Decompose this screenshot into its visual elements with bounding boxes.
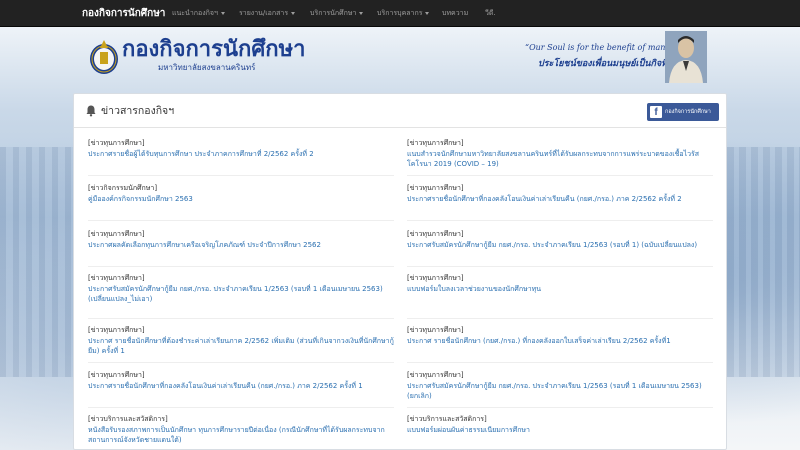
news-item: [ข่าวบริการและสวัสดิการ] แบบฟอร์มผ่อนผัน… xyxy=(407,414,713,448)
news-link[interactable]: ประกาศรายชื่อผู้ได้รับทุนการศึกษา ประจำภ… xyxy=(88,149,394,159)
news-item: [ข่าวทุนการศึกษา] ประกาศรับสมัครนักศึกษา… xyxy=(88,273,394,319)
news-link[interactable]: คู่มือองค์กรกิจกรรมนักศึกษา 2563 xyxy=(88,194,394,204)
news-link[interactable]: ประกาศรับสมัครนักศึกษากู้ยืม กยศ./กรอ. ป… xyxy=(407,381,713,401)
nav-item-about[interactable]: แนะนำกองกิจฯ xyxy=(172,0,225,27)
bell-icon xyxy=(86,105,96,117)
news-link[interactable]: หนังสือรับรองสภาพการเป็นนักศึกษา ทุนการศ… xyxy=(88,425,394,445)
nav-item-label: บริการบุคลากร xyxy=(377,9,423,17)
news-category: [ข่าวทุนการศึกษา] xyxy=(88,274,145,282)
news-category: [ข่าวทุนการศึกษา] xyxy=(407,139,464,147)
news-item: [ข่าวทุนการศึกษา] แบบฟอร์มใบลงเวลาช่วยงา… xyxy=(407,273,713,319)
nav-item-label: บทความ xyxy=(442,9,469,17)
facebook-button-label: กองกิจการนักศึกษา xyxy=(665,109,711,115)
caret-down-icon xyxy=(425,11,430,15)
news-link[interactable]: แบบฟอร์มผ่อนผันค่าธรรมเนียมการศึกษา xyxy=(407,425,713,435)
news-link[interactable]: ประกาศผลคัดเลือกทุนการศึกษาเครือเจริญโภค… xyxy=(88,240,394,250)
university-seal-icon xyxy=(90,40,118,74)
navbar-brand[interactable]: กองกิจการนักศึกษา xyxy=(82,0,165,27)
motto-english: “Our Soul is for the benefit of mankind xyxy=(525,43,684,52)
news-item: [ข่าวทุนการศึกษา] แนบสำรวจนักศึกษามหาวิท… xyxy=(407,138,713,176)
news-link[interactable]: ประกาศ รายชื่อนักศึกษา (กยศ./กรอ.) ที่กอ… xyxy=(407,336,713,346)
news-link[interactable]: ประกาศรับสมัครนักศึกษากู้ยืม กยศ./กรอ. ป… xyxy=(407,240,713,250)
news-item: [ข่าวทุนการศึกษา] ประกาศรับสมัครนักศึกษา… xyxy=(407,370,713,408)
news-category: [ข่าวบริการและสวัสดิการ] xyxy=(88,415,168,423)
nav-item-staff-services[interactable]: บริการบุคลากร xyxy=(377,0,430,27)
news-item: [ข่าวกิจกรรมนักศึกษา] คู่มือองค์กรกิจกรร… xyxy=(88,183,394,221)
panel-title: ข่าวสารกองกิจฯ xyxy=(101,105,175,117)
caret-down-icon xyxy=(291,11,296,15)
nav-item-label: วีดี. xyxy=(485,9,496,17)
news-link[interactable]: ประกาศ รายชื่อนักศึกษาที่ต้องชำระค่าเล่า… xyxy=(88,336,394,356)
facebook-icon: f xyxy=(650,106,662,118)
news-panel: ข่าวสารกองกิจฯ f กองกิจการนักศึกษา [ข่าว… xyxy=(73,93,727,450)
logo-subtitle: มหาวิทยาลัยสงขลานครินทร์ xyxy=(158,63,256,72)
background-photo-right xyxy=(727,147,800,377)
nav-item-video[interactable]: วีดี. xyxy=(485,0,496,27)
caret-down-icon xyxy=(220,11,225,15)
background-photo-left xyxy=(0,147,75,377)
news-category: [ข่าวทุนการศึกษา] xyxy=(88,326,145,334)
news-link[interactable]: ประกาศรายชื่อนักศึกษาที่กองคลังโอนเงินค่… xyxy=(407,194,713,204)
news-category: [ข่าวทุนการศึกษา] xyxy=(407,371,464,379)
news-link[interactable]: ประกาศรายชื่อนักศึกษาที่กองคลังโอนเงินค่… xyxy=(88,381,394,391)
news-link[interactable]: แบบฟอร์มใบลงเวลาช่วยงานของนักศึกษาทุน xyxy=(407,284,713,294)
nav-item-student-services[interactable]: บริการนักศึกษา xyxy=(310,0,364,27)
news-category: [ข่าวทุนการศึกษา] xyxy=(88,371,145,379)
news-item: [ข่าวทุนการศึกษา] ประกาศผลคัดเลือกทุนการ… xyxy=(88,229,394,267)
news-item: [ข่าวทุนการศึกษา] ประกาศรับสมัครนักศึกษา… xyxy=(407,229,713,267)
logo-title: กองกิจการนักศึกษา xyxy=(122,36,306,62)
top-navbar: กองกิจการนักศึกษา แนะนำกองกิจฯ รายงาน/เอ… xyxy=(0,0,800,27)
news-item: [ข่าวบริการและสวัสดิการ] หนังสือรับรองสภ… xyxy=(88,414,394,448)
news-category: [ข่าวทุนการศึกษา] xyxy=(407,230,464,238)
nav-item-label: บริการนักศึกษา xyxy=(310,9,357,17)
news-category: [ข่าวทุนการศึกษา] xyxy=(88,230,145,238)
news-item: [ข่าวทุนการศึกษา] ประกาศ รายชื่อนักศึกษา… xyxy=(88,325,394,363)
nav-item-label: แนะนำกองกิจฯ xyxy=(172,9,218,17)
news-category: [ข่าวทุนการศึกษา] xyxy=(407,274,464,282)
caret-down-icon xyxy=(359,11,364,15)
news-category: [ข่าวทุนการศึกษา] xyxy=(407,326,464,334)
news-link[interactable]: ประกาศรับสมัครนักศึกษากู้ยืม กยศ./กรอ. ป… xyxy=(88,284,394,304)
nav-item-articles[interactable]: บทความ xyxy=(442,0,468,27)
news-category: [ข่าวบริการและสวัสดิการ] xyxy=(407,415,487,423)
news-category: [ข่าวกิจกรรมนักศึกษา] xyxy=(88,184,158,192)
portrait-photo xyxy=(665,31,707,83)
panel-header: ข่าวสารกองกิจฯ f กองกิจการนักศึกษา xyxy=(74,94,726,128)
nav-item-reports[interactable]: รายงาน/เอกสาร xyxy=(239,0,296,27)
nav-item-label: รายงาน/เอกสาร xyxy=(239,9,289,17)
news-category: [ข่าวทุนการศึกษา] xyxy=(407,184,464,192)
facebook-page-button[interactable]: f กองกิจการนักศึกษา xyxy=(647,103,719,121)
news-link[interactable]: แนบสำรวจนักศึกษามหาวิทยาลัยสงขลานครินทร์… xyxy=(407,149,713,169)
news-item: [ข่าวทุนการศึกษา] ประกาศรายชื่อนักศึกษาท… xyxy=(88,370,394,408)
news-item: [ข่าวทุนการศึกษา] ประกาศ รายชื่อนักศึกษา… xyxy=(407,325,713,363)
news-category: [ข่าวทุนการศึกษา] xyxy=(88,139,145,147)
news-item: [ข่าวทุนการศึกษา] ประกาศรายชื่อนักศึกษาท… xyxy=(407,183,713,221)
news-item: [ข่าวทุนการศึกษา] ประกาศรายชื่อผู้ได้รับ… xyxy=(88,138,394,176)
